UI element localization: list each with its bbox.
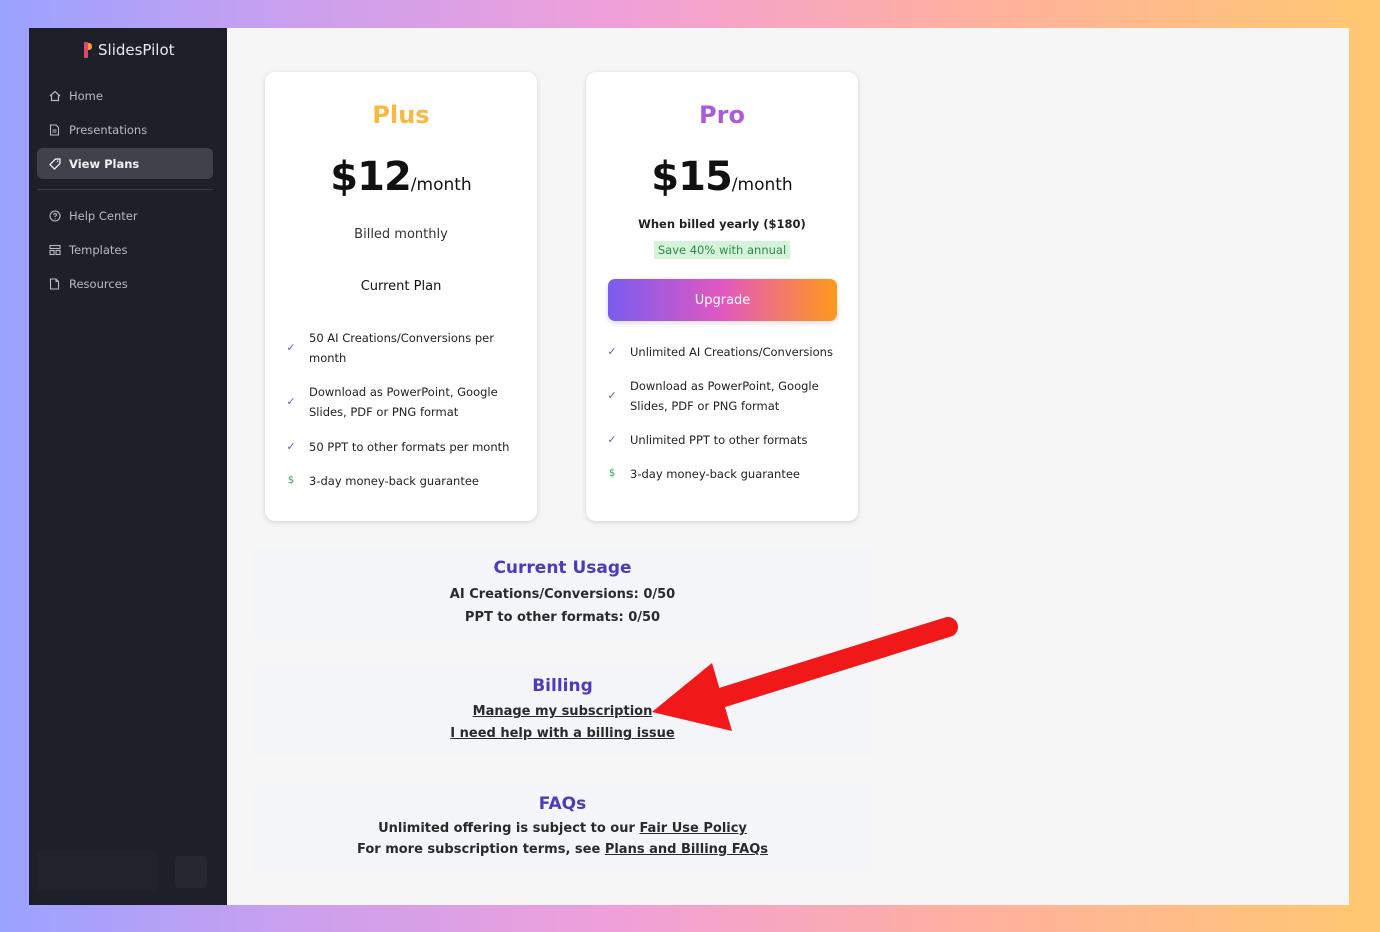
feature-item: $ 3-day money-back guarantee (285, 471, 525, 491)
grid-icon (48, 243, 61, 256)
sidebar-item-label: Help Center (69, 208, 138, 223)
feature-item: ✓ Download as PowerPoint, Google Slides,… (606, 376, 846, 416)
usage-ai: AI Creations/Conversions: 0/50 (449, 587, 676, 602)
plan-price: $15/month (586, 154, 858, 200)
check-icon: ✓ (286, 395, 296, 408)
sidebar-item-presentations[interactable]: Presentations (37, 114, 213, 145)
fair-use-policy-link[interactable]: Fair Use Policy (639, 821, 746, 836)
billing-manage-row: Manage my subscription (253, 704, 872, 719)
feature-item: $ 3-day money-back guarantee (606, 464, 846, 484)
home-icon (48, 89, 61, 102)
savings-badge-wrap: Save 40% with annual (586, 239, 858, 259)
feature-text: 50 PPT to other formats per month (309, 440, 510, 454)
feature-item: ✓ Unlimited AI Creations/Conversions (606, 342, 846, 362)
faqs-line-1: Unlimited offering is subject to our Fai… (253, 821, 872, 836)
current-plan-label: Current Plan (360, 279, 442, 294)
manage-subscription-link[interactable]: Manage my subscription (473, 704, 653, 719)
feature-item: ✓ Unlimited PPT to other formats (606, 430, 846, 450)
plan-name: Plus (372, 101, 430, 129)
sidebar-item-label: Home (69, 88, 103, 103)
sidebar-item-templates[interactable]: Templates (37, 234, 213, 265)
check-icon: ✓ (607, 433, 617, 446)
price-period: /month (410, 175, 472, 195)
faqs-line-2-text: For more subscription terms, see (356, 842, 601, 857)
sidebar-item-resources[interactable]: Resources (37, 268, 213, 299)
sidebar-item-label: View Plans (69, 156, 140, 171)
feature-text: Download as PowerPoint, Google Slides, P… (309, 385, 498, 419)
billing-help-link[interactable]: I need help with a billing issue (450, 726, 674, 741)
document-icon (48, 123, 61, 136)
price-amount: $15 (651, 154, 732, 200)
feature-text: 3-day money-back guarantee (309, 474, 479, 488)
usage-panel: Current Usage AI Creations/Conversions: … (253, 548, 872, 639)
file-icon (48, 277, 61, 290)
check-icon: ✓ (607, 345, 617, 358)
check-icon: ✓ (286, 341, 296, 354)
feature-text: Unlimited AI Creations/Conversions (630, 345, 833, 359)
plan-price: $12/month (265, 154, 537, 200)
settings-button[interactable] (175, 856, 207, 888)
feature-text: Download as PowerPoint, Google Slides, P… (630, 379, 819, 413)
check-icon: ✓ (607, 389, 617, 402)
faqs-title: FAQs (538, 794, 587, 814)
plans-billing-faqs-link[interactable]: Plans and Billing FAQs (605, 842, 768, 857)
app-name: SlidesPilot (98, 41, 175, 59)
faqs-line-2: For more subscription terms, see Plans a… (253, 842, 872, 857)
sidebar-item-label: Presentations (69, 122, 148, 137)
user-profile[interactable] (37, 851, 157, 891)
sidebar-item-help-center[interactable]: Help Center (37, 200, 213, 231)
faqs-line-1-text: Unlimited offering is subject to our (378, 821, 635, 836)
app-window: SlidesPilot Home Presentations View Plan… (29, 28, 1349, 905)
billing-cycle: When billed yearly ($180) (638, 217, 806, 231)
dollar-icon: $ (608, 468, 616, 479)
price-period: /month (731, 175, 793, 195)
sidebar-divider (37, 189, 213, 190)
billing-help-row: I need help with a billing issue (253, 726, 872, 741)
billing-panel: Billing Manage my subscription I need he… (253, 666, 872, 755)
feature-text: 50 AI Creations/Conversions per month (309, 331, 494, 365)
tag-icon (48, 157, 61, 170)
plan-card-pro: Pro $15/month When billed yearly ($180) … (586, 72, 858, 521)
sidebar-item-home[interactable]: Home (37, 80, 213, 111)
feature-item: ✓ 50 AI Creations/Conversions per month (285, 328, 525, 368)
check-icon: ✓ (286, 440, 296, 453)
feature-text: 3-day money-back guarantee (630, 467, 800, 481)
feature-item: ✓ 50 PPT to other formats per month (285, 437, 525, 457)
dollar-icon: $ (287, 475, 295, 486)
usage-ppt: PPT to other formats: 0/50 (464, 610, 661, 625)
savings-badge: Save 40% with annual (653, 241, 791, 259)
logo-icon (84, 42, 93, 58)
plan-card-plus: Plus $12/month Billed monthly Current Pl… (265, 72, 537, 521)
billing-cycle: Billed monthly (354, 227, 448, 242)
feature-text: Unlimited PPT to other formats (630, 433, 808, 447)
faqs-panel: FAQs Unlimited offering is subject to ou… (253, 785, 872, 872)
help-icon (48, 209, 61, 222)
usage-title: Current Usage (493, 558, 632, 578)
app-logo[interactable]: SlidesPilot (84, 41, 175, 59)
price-amount: $12 (330, 154, 411, 200)
sidebar: SlidesPilot Home Presentations View Plan… (29, 28, 227, 905)
sidebar-item-label: Templates (69, 242, 128, 257)
billing-title: Billing (532, 676, 593, 696)
plan-name: Pro (586, 101, 858, 129)
sidebar-item-view-plans[interactable]: View Plans (37, 148, 213, 179)
sidebar-item-label: Resources (69, 276, 128, 291)
upgrade-button[interactable]: Upgrade (608, 279, 837, 321)
feature-item: ✓ Download as PowerPoint, Google Slides,… (285, 382, 525, 422)
